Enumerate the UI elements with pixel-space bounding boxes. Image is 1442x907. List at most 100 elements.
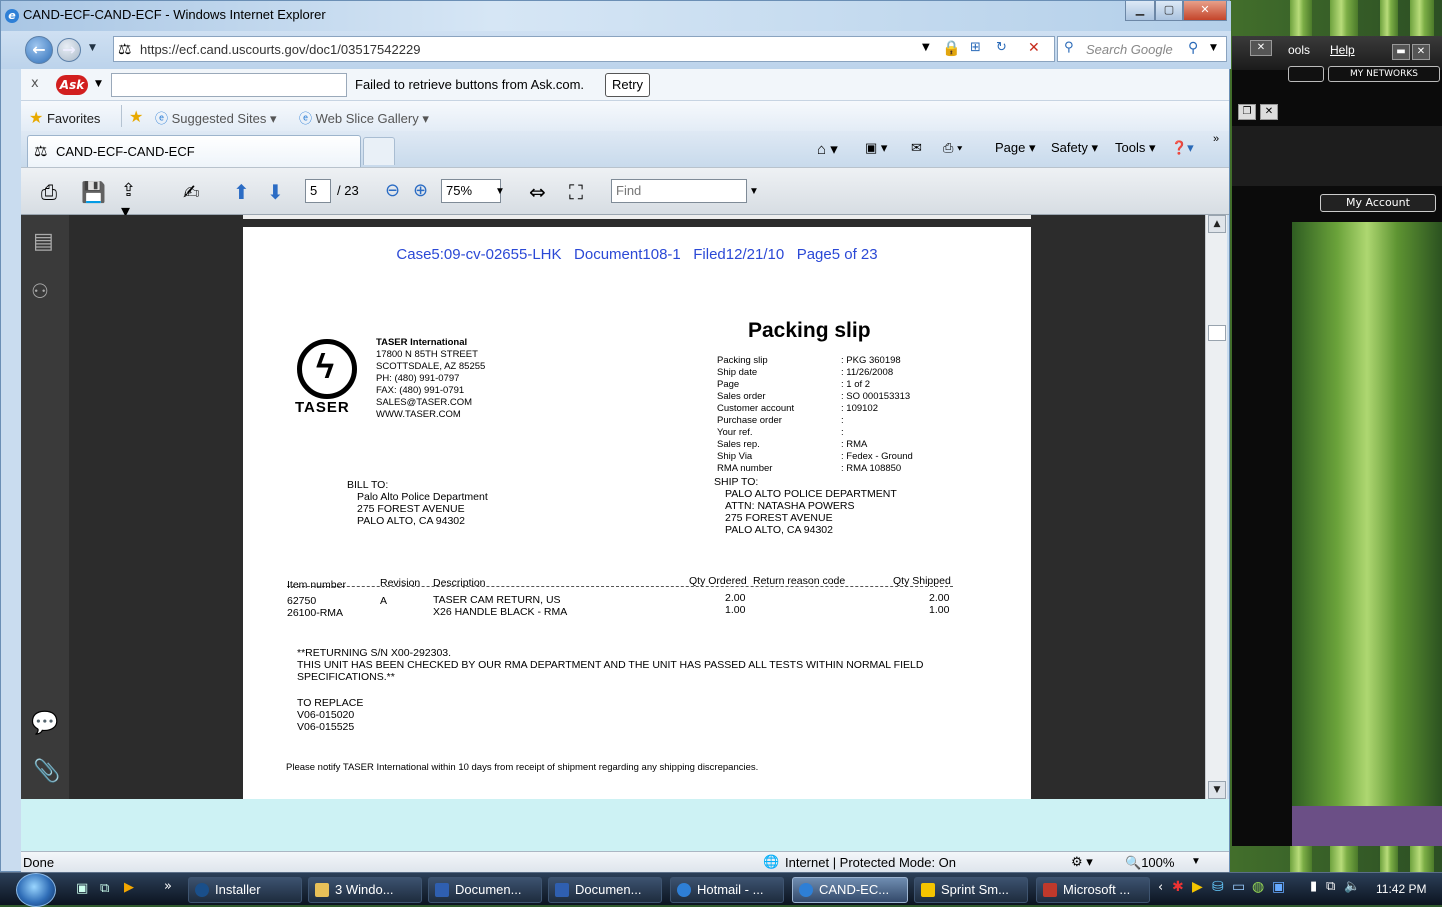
tools-menu[interactable]: Tools ▾ <box>1115 140 1156 156</box>
save-icon[interactable]: 💾 <box>81 180 106 204</box>
search-box[interactable]: ⚲ Search Google ⚲ ▼ <box>1057 36 1227 62</box>
favorites-button[interactable]: ★ Favorites <box>29 108 100 128</box>
task-document-2[interactable]: Documen... <box>548 877 662 903</box>
sprint-tray-icon[interactable]: ▶ <box>1192 879 1203 895</box>
tray-expand-icon[interactable]: ‹ <box>1158 880 1163 895</box>
refresh-icon[interactable]: ↻ <box>996 40 1007 55</box>
my-account-button[interactable]: My Account <box>1320 194 1436 212</box>
help-menu[interactable]: Help <box>1330 43 1355 57</box>
add-favorite-icon[interactable]: ★ <box>129 107 143 126</box>
search-placeholder[interactable]: Search Google <box>1086 42 1173 57</box>
network-icon[interactable]: ⧉ <box>1326 879 1335 894</box>
network-tray-icon[interactable]: ⛁ <box>1212 879 1224 895</box>
new-tab-button[interactable] <box>363 137 395 165</box>
minimize-icon[interactable]: ▬ <box>1392 44 1410 60</box>
tab-label[interactable]: CAND-ECF-CAND-ECF <box>56 144 195 159</box>
task-cand-ecf[interactable]: CAND-EC... <box>792 877 908 903</box>
suggested-sites-link[interactable]: ⓔ Suggested Sites ▾ <box>155 108 276 127</box>
quick-launch-chevron-icon[interactable]: » <box>164 879 172 894</box>
close-toolbar-icon[interactable]: x <box>31 76 39 91</box>
media-player-icon[interactable]: ▶ <box>124 880 134 895</box>
share-icon[interactable]: ⇪ ▾ <box>121 180 145 222</box>
zoom-out-icon[interactable]: ⊖ <box>385 180 409 204</box>
attachments-binoculars-icon[interactable]: ⚇ <box>31 279 49 303</box>
paperclip-icon[interactable]: 📎 <box>33 759 60 784</box>
close-icon[interactable]: ✕ <box>1260 104 1278 120</box>
minimize-button[interactable]: ▁ <box>1125 1 1155 21</box>
pages-icon[interactable]: ▤ <box>33 229 54 254</box>
stop-icon[interactable]: ✕ <box>1028 40 1040 56</box>
partial-pill-button[interactable] <box>1288 66 1324 82</box>
volume-icon[interactable]: 🔈 <box>1344 879 1360 894</box>
show-desktop-icon[interactable]: ▣ <box>76 881 88 896</box>
maximize-button[interactable]: ▢ <box>1155 1 1183 21</box>
ask-search-input[interactable] <box>111 73 347 97</box>
display-tray-icon[interactable]: ▣ <box>1272 879 1285 895</box>
zoom-select[interactable]: 75% <box>441 179 501 203</box>
dropdown-icon[interactable]: ▼ <box>922 42 930 53</box>
security-tray-icon[interactable]: ◍ <box>1252 879 1264 895</box>
acrobat-tray-icon[interactable]: ✱ <box>1172 879 1184 895</box>
fit-width-icon[interactable]: ⇔ <box>529 180 553 204</box>
zoom-level[interactable]: 🔍100% <box>1125 855 1174 871</box>
fit-page-icon[interactable]: ⛶ <box>569 180 593 204</box>
monitor-tray-icon[interactable]: ▭ <box>1232 879 1245 895</box>
ask-dropdown-icon[interactable]: ▼ <box>95 79 102 89</box>
security-zone[interactable]: Internet | Protected Mode: On <box>785 855 956 870</box>
read-mail-icon[interactable]: ✉ <box>911 140 922 156</box>
zoom-dropdown-icon[interactable]: ▼ <box>1191 856 1201 867</box>
next-page-icon[interactable]: ⬇ <box>267 180 291 204</box>
print-icon[interactable]: ⎙ ▾ <box>943 140 962 156</box>
scroll-thumb[interactable] <box>1208 325 1226 341</box>
start-button[interactable] <box>16 873 56 907</box>
title-bar[interactable]: e CAND-ECF-CAND-ECF - Windows Internet E… <box>1 1 1231 31</box>
my-networks-button[interactable]: MY NETWORKS <box>1328 66 1440 82</box>
clock[interactable]: 11:42 PM <box>1376 882 1426 896</box>
address-url[interactable]: https://ecf.cand.uscourts.gov/doc1/03517… <box>140 42 420 57</box>
task-hotmail[interactable]: Hotmail - ... <box>670 877 784 903</box>
compatibility-icon[interactable]: ⊞ <box>970 40 981 55</box>
close-button[interactable]: ✕ <box>1183 1 1227 21</box>
lock-icon[interactable]: 🔒 <box>942 39 961 57</box>
switch-windows-icon[interactable]: ⧉ <box>100 881 109 896</box>
retry-button[interactable]: Retry <box>605 73 650 97</box>
task-installer[interactable]: Installer <box>188 877 302 903</box>
task-windows-group[interactable]: 3 Windo... <box>308 877 422 903</box>
print-icon[interactable]: ⎙ <box>41 180 65 204</box>
close-icon[interactable]: ✕ <box>1412 44 1430 60</box>
protected-mode-icon[interactable]: ⚙ ▾ <box>1071 854 1093 870</box>
vertical-scrollbar[interactable]: ▲ ▼ <box>1205 215 1227 799</box>
task-microsoft[interactable]: Microsoft ... <box>1036 877 1150 903</box>
home-icon[interactable]: ⌂ ▾ <box>817 140 838 158</box>
safety-menu[interactable]: Safety ▾ <box>1051 140 1098 156</box>
previous-page-icon[interactable]: ⬆ <box>233 180 257 204</box>
address-field[interactable]: ⚖ https://ecf.cand.uscourts.gov/doc1/035… <box>113 36 1055 62</box>
help-icon[interactable]: ❓▾ <box>1171 140 1194 156</box>
back-button[interactable]: ← <box>25 36 53 64</box>
tools-menu-partial[interactable]: ools <box>1288 43 1310 57</box>
close-tab-button[interactable]: ✕ <box>1250 40 1272 56</box>
history-dropdown-icon[interactable]: ▼ <box>89 43 96 53</box>
chevron-more-icon[interactable]: » <box>1213 133 1219 145</box>
comments-icon[interactable]: 💬 <box>31 711 58 736</box>
forward-button[interactable]: → <box>57 38 81 62</box>
scroll-up-icon[interactable]: ▲ <box>1208 215 1226 233</box>
battery-icon[interactable]: ▮ <box>1310 879 1317 894</box>
page-menu[interactable]: Page ▾ <box>995 140 1036 156</box>
zoom-in-icon[interactable]: ⊕ <box>413 180 437 204</box>
task-sprint[interactable]: Sprint Sm... <box>914 877 1028 903</box>
background-browser-window[interactable]: ✕ ools Help ▬ ✕ MY NETWORKS ❐ ✕ My Accou… <box>1232 36 1442 846</box>
search-icon[interactable]: ⚲ <box>1188 40 1198 56</box>
comment-icon[interactable]: ✍ <box>183 180 207 204</box>
page-number-input[interactable]: 5 <box>305 179 331 203</box>
ask-logo[interactable]: Ask <box>56 75 88 95</box>
zoom-dropdown-icon[interactable]: ▼ <box>495 186 505 197</box>
feeds-icon[interactable]: ▣ ▾ <box>865 140 887 156</box>
scroll-down-icon[interactable]: ▼ <box>1208 781 1226 799</box>
tab-cand-ecf[interactable]: ⚖ CAND-ECF-CAND-ECF <box>27 135 361 167</box>
find-dropdown-icon[interactable]: ▼ <box>749 186 759 197</box>
find-input[interactable]: Find <box>611 179 747 203</box>
web-slice-gallery-link[interactable]: ⓔ Web Slice Gallery ▾ <box>299 108 429 127</box>
restore-icon[interactable]: ❐ <box>1238 104 1256 120</box>
task-document-1[interactable]: Documen... <box>428 877 542 903</box>
